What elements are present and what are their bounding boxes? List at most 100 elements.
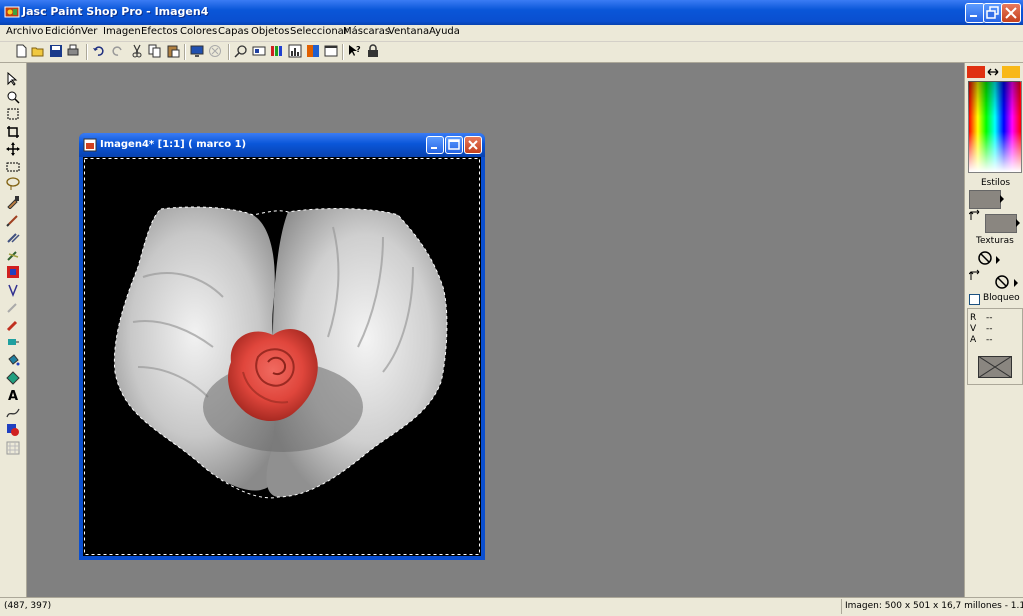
redo-icon[interactable]: [110, 44, 124, 58]
doc-close-button[interactable]: [464, 136, 482, 154]
cursor-coordinates: (487, 397): [4, 601, 52, 611]
context-help-icon[interactable]: ?: [348, 44, 362, 58]
minimize-icon: [431, 147, 437, 149]
brush-tool-icon[interactable]: [6, 213, 20, 227]
menu-ver[interactable]: Ver: [81, 26, 97, 37]
hands-rose-image[interactable]: [83, 157, 481, 556]
no-texture-icon[interactable]: [977, 250, 993, 266]
freehand-selection-icon[interactable]: [6, 177, 20, 191]
close-button[interactable]: [1001, 3, 1021, 23]
crop-tool-icon[interactable]: [6, 125, 20, 139]
preset-shapes-icon[interactable]: [6, 423, 20, 437]
textures-label: Texturas: [976, 236, 1014, 246]
channel-v-value: --: [986, 324, 993, 334]
paste-icon[interactable]: [166, 44, 180, 58]
doc-maximize-button[interactable]: [445, 136, 463, 154]
background-color-swatch[interactable]: [1002, 66, 1020, 78]
swap-colors-icon[interactable]: [987, 67, 999, 77]
menu-mascaras[interactable]: Máscaras: [343, 26, 390, 37]
channel-r-label: R: [970, 313, 977, 323]
menu-edicion[interactable]: Edición: [45, 26, 81, 37]
menu-imagen[interactable]: Imagen: [103, 26, 141, 37]
open-folder-icon[interactable]: [31, 44, 45, 58]
menu-efectos[interactable]: Efectos: [141, 26, 178, 37]
svg-text:?: ?: [356, 45, 361, 54]
move-tool-icon[interactable]: [6, 142, 20, 156]
menu-seleccionar[interactable]: Seleccionar: [290, 26, 348, 37]
menu-capas[interactable]: Capas: [218, 26, 249, 37]
clone-brush-icon[interactable]: [6, 230, 20, 244]
app-titlebar[interactable]: Jasc Paint Shop Pro - Imagen4: [0, 0, 1023, 25]
new-file-icon[interactable]: [14, 44, 28, 58]
document-title: Imagen4* [1:1] ( marco 1): [100, 139, 247, 150]
screen-capture-icon[interactable]: [190, 44, 204, 58]
status-divider: [841, 599, 842, 614]
texture-dropdown-icon[interactable]: [995, 256, 1001, 264]
no-texture-icon[interactable]: [994, 274, 1010, 290]
window-icon[interactable]: [324, 44, 338, 58]
minimize-button[interactable]: [965, 3, 985, 23]
picture-tube-icon[interactable]: [6, 318, 20, 332]
color-preview-box: [978, 356, 1012, 378]
restore-button[interactable]: [983, 3, 1003, 23]
overview-icon[interactable]: [252, 44, 266, 58]
style-dropdown-icon[interactable]: [1015, 219, 1021, 227]
arrow-tool-icon[interactable]: [6, 72, 20, 86]
style-dropdown-icon[interactable]: [999, 195, 1005, 203]
doc-minimize-button[interactable]: [426, 136, 444, 154]
foreground-color-swatch[interactable]: [967, 66, 985, 78]
app-icon[interactable]: [4, 4, 20, 20]
background-style-swatch[interactable]: [985, 214, 1017, 233]
text-tool-icon[interactable]: A: [6, 388, 20, 402]
restore-icon: [986, 6, 999, 19]
channel-r-value: --: [986, 313, 993, 323]
dropper-tool-icon[interactable]: [6, 195, 20, 209]
swap-textures-icon[interactable]: [969, 269, 981, 281]
menu-archivo[interactable]: Archivo: [6, 26, 43, 37]
eraser-tool-icon[interactable]: [6, 300, 20, 314]
app-title: Jasc Paint Shop Pro - Imagen4: [22, 5, 209, 18]
close-icon: [1005, 7, 1017, 19]
color-replacer-icon[interactable]: [6, 248, 20, 262]
magnifier-icon[interactable]: [234, 44, 248, 58]
undo-icon[interactable]: [92, 44, 106, 58]
status-bar: (487, 397) Imagen: 500 x 501 x 16,7 mill…: [0, 597, 1023, 616]
texture-dropdown-icon[interactable]: [1013, 279, 1019, 287]
menu-colores[interactable]: Colores: [180, 26, 217, 37]
print-icon[interactable]: [66, 44, 80, 58]
cut-icon[interactable]: [130, 44, 144, 58]
foreground-style-swatch[interactable]: [969, 190, 1001, 209]
scratch-remover-icon[interactable]: [6, 283, 20, 297]
minimize-icon: [970, 15, 977, 17]
browse-icon[interactable]: [208, 44, 222, 58]
zoom-tool-icon[interactable]: [6, 90, 20, 104]
color-palette-icon[interactable]: [306, 44, 320, 58]
styles-label: Estilos: [981, 178, 1011, 188]
document-window[interactable]: Imagen4* [1:1] ( marco 1): [79, 133, 485, 560]
retouch-tool-icon[interactable]: [6, 265, 20, 279]
save-icon[interactable]: [49, 44, 63, 58]
copy-icon[interactable]: [148, 44, 162, 58]
image-canvas[interactable]: [83, 157, 481, 556]
deform-tool-icon[interactable]: [6, 107, 20, 121]
swap-styles-icon[interactable]: [969, 209, 981, 221]
color-picker-spectrum[interactable]: [968, 81, 1022, 173]
lock-checkbox[interactable]: [969, 294, 980, 305]
flood-fill-icon[interactable]: [6, 353, 20, 367]
lock-label: Bloqueo: [983, 293, 1020, 303]
selection-tool-icon[interactable]: [6, 160, 20, 174]
airbrush-icon[interactable]: [6, 336, 20, 350]
histogram-icon[interactable]: [288, 44, 302, 58]
layers-icon[interactable]: [270, 44, 284, 58]
mesh-warp-icon[interactable]: [6, 441, 20, 455]
menu-objetos[interactable]: Objetos: [251, 26, 289, 37]
document-titlebar[interactable]: Imagen4* [1:1] ( marco 1): [79, 133, 485, 157]
draw-tool-icon[interactable]: [6, 406, 20, 420]
document-icon[interactable]: [83, 138, 97, 152]
menu-ventana[interactable]: Ventana: [388, 26, 429, 37]
tool-palette: A: [0, 63, 27, 597]
vector-object-icon[interactable]: [6, 371, 20, 385]
menu-ayuda[interactable]: Ayuda: [429, 26, 460, 37]
maximize-icon: [448, 139, 460, 150]
lock-icon[interactable]: [366, 44, 380, 58]
